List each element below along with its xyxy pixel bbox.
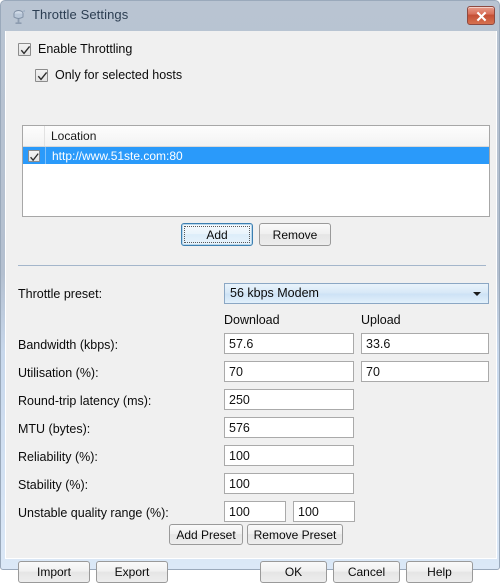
utilisation-upload-input[interactable] — [361, 361, 489, 382]
close-icon — [476, 11, 487, 22]
export-button[interactable]: Export — [96, 561, 168, 583]
checkmark-icon — [20, 45, 31, 55]
throttle-icon — [11, 9, 27, 25]
remove-preset-button[interactable]: Remove Preset — [247, 524, 343, 545]
host-enabled-checkbox[interactable] — [28, 149, 40, 162]
stability-input[interactable] — [224, 473, 354, 494]
utilisation-download-input[interactable] — [224, 361, 354, 382]
download-column-header: Download — [224, 313, 280, 327]
remove-preset-label: Remove Preset — [253, 527, 337, 542]
add-button-label: Add — [206, 227, 228, 242]
throttle-settings-window: Throttle Settings Enable Throttling Only… — [0, 0, 500, 583]
remove-button-label: Remove — [272, 227, 318, 242]
enable-throttling-label: Enable Throttling — [38, 42, 133, 56]
reliability-label: Reliability (%): — [18, 450, 98, 464]
bandwidth-upload-input[interactable] — [361, 333, 489, 354]
unstable-quality-range-label: Unstable quality range (%): — [18, 506, 169, 520]
add-preset-button[interactable]: Add Preset — [169, 524, 243, 545]
mtu-input[interactable] — [224, 417, 354, 438]
checkmark-icon — [37, 71, 48, 81]
dialog-client-area: Enable Throttling Only for selected host… — [5, 31, 497, 583]
row-checkbox-cell[interactable] — [23, 149, 45, 162]
round-trip-latency-input[interactable] — [224, 389, 354, 410]
cancel-button[interactable]: Cancel — [333, 561, 400, 583]
close-button[interactable] — [467, 6, 495, 25]
bandwidth-download-input[interactable] — [224, 333, 354, 354]
host-list[interactable]: Location http://www.51ste.com:80 — [22, 125, 490, 217]
only-selected-hosts-checkbox[interactable] — [35, 68, 48, 82]
only-selected-hosts-label: Only for selected hosts — [55, 68, 183, 82]
window-title: Throttle Settings — [32, 7, 129, 22]
throttle-preset-label: Throttle preset: — [18, 287, 103, 301]
enable-throttling-checkbox[interactable] — [18, 42, 31, 56]
add-button[interactable]: Add — [181, 223, 253, 246]
export-label: Export — [114, 565, 150, 579]
mtu-label: MTU (bytes): — [18, 422, 91, 436]
import-button[interactable]: Import — [18, 561, 90, 583]
title-bar[interactable]: Throttle Settings — [1, 1, 500, 31]
reliability-input[interactable] — [224, 445, 354, 466]
upload-column-header: Upload — [361, 313, 401, 327]
enable-throttling-checkbox-row[interactable]: Enable Throttling — [18, 42, 132, 56]
import-label: Import — [36, 565, 71, 579]
column-header-checkbox[interactable] — [23, 126, 45, 146]
host-list-header: Location — [23, 126, 489, 147]
utilisation-label: Utilisation (%): — [18, 366, 99, 380]
table-row[interactable]: http://www.51ste.com:80 — [23, 147, 489, 164]
stability-label: Stability (%): — [18, 478, 89, 492]
help-label: Help — [427, 565, 452, 579]
unstable-quality-max-input[interactable] — [293, 501, 355, 522]
column-header-location[interactable]: Location — [45, 126, 489, 146]
cancel-label: Cancel — [347, 565, 386, 579]
add-preset-label: Add Preset — [176, 527, 236, 542]
throttle-preset-select[interactable]: 56 kbps Modem — [224, 283, 489, 304]
host-location-value: http://www.51ste.com:80 — [52, 148, 183, 163]
ok-button[interactable]: OK — [260, 561, 327, 583]
bandwidth-label: Bandwidth (kbps): — [18, 338, 119, 352]
round-trip-latency-label: Round-trip latency (ms): — [18, 394, 152, 408]
remove-button[interactable]: Remove — [259, 223, 331, 246]
only-selected-hosts-checkbox-row[interactable]: Only for selected hosts — [35, 68, 182, 82]
chevron-down-icon — [473, 292, 481, 296]
unstable-quality-min-input[interactable] — [224, 501, 286, 522]
checkmark-icon — [30, 152, 39, 161]
help-button[interactable]: Help — [406, 561, 473, 583]
section-divider — [18, 265, 486, 266]
ok-label: OK — [284, 565, 303, 579]
throttle-preset-value: 56 kbps Modem — [230, 286, 319, 300]
